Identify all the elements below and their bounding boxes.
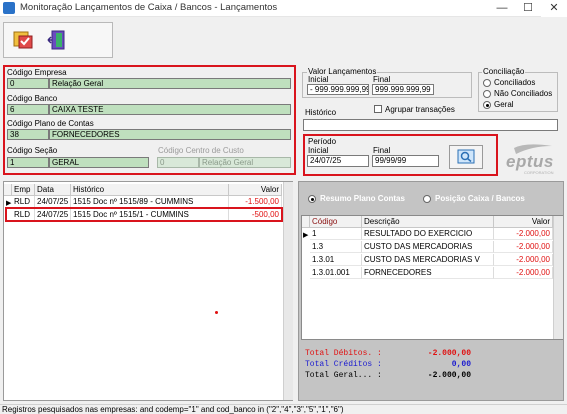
lancamentos-grid: Emp Data Histórico Valor ▶ RLD 24/07/25 … [3,181,293,401]
total-debitos-value: -2.000,00 [427,349,471,358]
agrupar-label: Agrupar transações [385,105,455,114]
centro-label: Código Centro de Custo [158,146,244,155]
radio-geral-label: Geral [494,100,514,109]
col-emp-header[interactable]: Emp [12,184,35,196]
periodo-inicial-label: Inicial [308,146,329,155]
empresa-code-field[interactable]: 0 [7,78,49,89]
refresh-button[interactable] [10,27,36,53]
search-button[interactable] [449,145,483,169]
resumo-row-1-codigo[interactable]: 1 [310,228,362,240]
col-descricao-header[interactable]: Descrição [362,216,494,228]
resumo-row-indicator-header [302,216,310,228]
banco-code-field[interactable]: 6 [7,104,49,115]
resumo-row-2-codigo[interactable]: 1.3 [310,241,362,253]
periodo-final-field[interactable]: 99/99/99 [372,155,439,167]
col-valor-header[interactable]: Valor [229,184,282,196]
radio-nao-conciliados-label: Não Conciliados [494,89,553,98]
banco-name-field[interactable]: CAIXA TESTE [49,104,291,115]
refresh-icon [13,31,33,49]
grid-scrollbar[interactable] [283,182,293,400]
col-codigo-header[interactable]: Código [310,216,362,228]
radio-nao-conciliados[interactable] [483,90,491,98]
row-indicator-header [4,184,12,196]
selected-row-highlight [5,207,283,222]
empresa-name-field[interactable]: Relação Geral [49,78,291,89]
tab-posicao-radio[interactable] [423,195,431,203]
banco-label: Código Banco [7,94,58,103]
total-creditos-label: Total Créditos : [305,360,382,369]
valor-inicial-label: Inicial [308,75,329,84]
company-logo: eptus CORPORATION [500,140,560,176]
resumo-row-3-codigo[interactable]: 1.3.01 [310,254,362,266]
exit-icon [47,30,65,50]
resumo-row-1-valor[interactable]: -2.000,00 [494,228,553,240]
minimize-button[interactable]: — [489,0,515,17]
col-data-header[interactable]: Data [35,184,71,196]
toolbar [3,22,113,58]
logo-text: eptus [506,152,554,171]
total-geral-value: -2.000,00 [427,371,471,380]
plano-label: Código Plano de Contas [7,119,94,128]
resumo-row-3-descricao[interactable]: CUSTO DAS MERCADORIAS V [362,254,494,266]
total-geral-label: Total Geral... : [305,371,382,380]
status-bar: Registros pesquisados nas empresas: and … [0,404,567,414]
radio-geral[interactable] [483,101,491,109]
resumo-current-row-icon: ▶ [303,232,309,239]
resumo-panel: Resumo Plano Contas Posição Caixa / Banc… [298,181,564,401]
plano-name-field[interactable]: FORNECEDORES [49,129,291,140]
resumo-row-4-codigo[interactable]: 1.3.01.001 [310,267,362,279]
col-resumo-valor-header[interactable]: Valor [494,216,553,228]
close-button[interactable]: ✕ [541,0,567,17]
periodo-label: Período [308,137,337,146]
valor-final-field[interactable]: 999.999.999,99 [372,84,434,95]
exit-button[interactable] [46,27,72,53]
logo-subtext: CORPORATION [524,170,554,175]
secao-label: Código Seção [7,146,58,155]
conciliacao-label: Conciliação [482,67,526,76]
radio-conciliados-label: Conciliados [494,78,536,87]
historico-field[interactable] [303,119,558,131]
search-icon [457,149,475,164]
tab-resumo-label[interactable]: Resumo Plano Contas [320,194,405,203]
total-creditos-value: 0,00 [451,360,471,369]
tab-posicao-label[interactable]: Posição Caixa / Bancos [435,194,525,203]
plano-code-field[interactable]: 38 [7,129,49,140]
col-historico-header[interactable]: Histórico [71,184,229,196]
secao-name-field[interactable]: GERAL [49,157,149,168]
secao-code-field[interactable]: 1 [7,157,49,168]
resumo-row-3-valor[interactable]: -2.000,00 [494,254,553,266]
centro-code-field: 0 [157,157,199,168]
valor-final-label: Final [373,75,391,84]
resumo-row-4-valor[interactable]: -2.000,00 [494,267,553,279]
maximize-button[interactable]: ☐ [515,0,541,17]
radio-conciliados[interactable] [483,79,491,87]
resumo-row-1-descricao[interactable]: RESULTADO DO EXERCICIO [362,228,494,240]
app-icon [3,2,15,14]
agrupar-checkbox[interactable] [374,105,382,113]
empresa-label: Código Empresa [7,68,67,77]
plano-contas-grid: Código Descrição Valor ▶ 1 RESULTADO DO … [301,215,563,340]
current-row-arrow-icon: ▶ [6,200,12,207]
periodo-inicial-field[interactable]: 24/07/25 [307,155,369,167]
resumo-row-2-valor[interactable]: -2.000,00 [494,241,553,253]
tab-resumo-radio[interactable] [308,195,316,203]
title-bar: Monitoração Lançamentos de Caixa / Banco… [0,0,567,17]
resumo-row-2-descricao[interactable]: CUSTO DAS MERCADORIAS [362,241,494,253]
window-title: Monitoração Lançamentos de Caixa / Banco… [20,2,278,13]
resumo-row-4-descricao[interactable]: FORNECEDORES [362,267,494,279]
centro-name-field: Relação Geral [199,157,291,168]
valor-inicial-field[interactable]: - 999.999.999,99 [307,84,369,95]
periodo-final-label: Final [373,146,391,155]
resumo-scrollbar[interactable] [553,216,563,339]
total-debitos-label: Total Débitos. : [305,349,382,358]
historico-label: Histórico [305,108,337,117]
red-dot-marker [215,311,218,314]
